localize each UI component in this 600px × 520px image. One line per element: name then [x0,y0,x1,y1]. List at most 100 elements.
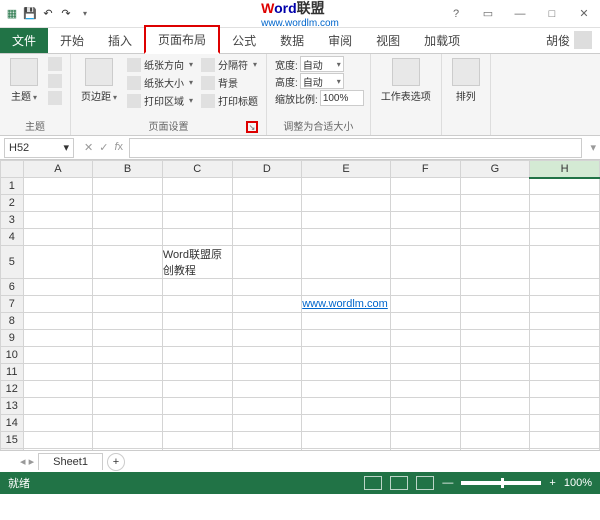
cell-B10[interactable] [93,347,163,364]
redo-icon[interactable]: ↷ [58,6,74,22]
cell-B7[interactable] [93,296,163,313]
row-header-3[interactable]: 3 [1,212,24,229]
cell-G12[interactable] [460,381,530,398]
cell-B15[interactable] [93,432,163,449]
cell-C15[interactable] [162,432,232,449]
cell-H9[interactable] [530,330,600,347]
tab-formulas[interactable]: 公式 [220,28,268,53]
cell-A1[interactable] [23,178,93,195]
cell-C3[interactable] [162,212,232,229]
tab-insert[interactable]: 插入 [96,28,144,53]
cell-E2[interactable] [302,195,391,212]
row-header-16[interactable]: 16 [1,449,24,451]
cell-H13[interactable] [530,398,600,415]
cell-C13[interactable] [162,398,232,415]
cell-E7[interactable]: www.wordlm.com [302,296,391,313]
height-field[interactable]: 自动 [300,73,344,89]
cell-D7[interactable] [232,296,302,313]
cell-B16[interactable] [93,449,163,451]
column-header-F[interactable]: F [390,161,460,178]
cell-D5[interactable] [232,246,302,279]
cell-B5[interactable] [93,246,163,279]
zoom-slider[interactable] [461,481,541,485]
cell-E8[interactable] [302,313,391,330]
save-icon[interactable]: 💾 [22,6,38,22]
cell-C7[interactable] [162,296,232,313]
cell-A6[interactable] [23,279,93,296]
cell-G4[interactable] [460,229,530,246]
cell-D11[interactable] [232,364,302,381]
row-header-13[interactable]: 13 [1,398,24,415]
cell-H16[interactable] [530,449,600,451]
column-header-H[interactable]: H [530,161,600,178]
cell-D13[interactable] [232,398,302,415]
zoom-in-button[interactable]: + [549,477,555,489]
tab-addins[interactable]: 加载项 [412,28,472,53]
column-header-B[interactable]: B [93,161,163,178]
cell-D8[interactable] [232,313,302,330]
cell-B11[interactable] [93,364,163,381]
cell-C10[interactable] [162,347,232,364]
tab-home[interactable]: 开始 [48,28,96,53]
cell-C1[interactable] [162,178,232,195]
cell-G3[interactable] [460,212,530,229]
cell-F10[interactable] [390,347,460,364]
cell-H7[interactable] [530,296,600,313]
cell-A2[interactable] [23,195,93,212]
cell-E16[interactable] [302,449,391,451]
breaks-button[interactable]: 分隔符 [199,56,260,73]
cell-B14[interactable] [93,415,163,432]
column-header-A[interactable]: A [23,161,93,178]
cell-B8[interactable] [93,313,163,330]
cell-E13[interactable] [302,398,391,415]
normal-view-button[interactable] [364,476,382,490]
column-header-G[interactable]: G [460,161,530,178]
cell-D14[interactable] [232,415,302,432]
tab-page-layout[interactable]: 页面布局 [144,25,220,54]
cell-F11[interactable] [390,364,460,381]
cell-G1[interactable] [460,178,530,195]
cell-E15[interactable] [302,432,391,449]
cell-F6[interactable] [390,279,460,296]
fonts-button[interactable] [46,73,64,89]
cell-G15[interactable] [460,432,530,449]
cell-A5[interactable] [23,246,93,279]
cell-D1[interactable] [232,178,302,195]
cell-E9[interactable] [302,330,391,347]
cell-A9[interactable] [23,330,93,347]
cell-H14[interactable] [530,415,600,432]
sheet-options-button[interactable]: 工作表选项 [377,56,435,105]
themes-button[interactable]: 主题 [6,56,42,105]
cell-C8[interactable] [162,313,232,330]
cell-H4[interactable] [530,229,600,246]
size-button[interactable]: 纸张大小 [125,74,195,91]
arrange-button[interactable]: 排列 [448,56,484,105]
zoom-level[interactable]: 100% [564,477,592,489]
cell-B3[interactable] [93,212,163,229]
help-icon[interactable]: ? [444,4,468,24]
cell-F5[interactable] [390,246,460,279]
row-header-7[interactable]: 7 [1,296,24,313]
row-header-11[interactable]: 11 [1,364,24,381]
cell-D4[interactable] [232,229,302,246]
maximize-icon[interactable]: □ [540,4,564,24]
cell-D15[interactable] [232,432,302,449]
cell-A14[interactable] [23,415,93,432]
cell-E6[interactable] [302,279,391,296]
fx-icon[interactable]: fx [114,141,123,154]
cell-G14[interactable] [460,415,530,432]
cell-G5[interactable] [460,246,530,279]
cell-D12[interactable] [232,381,302,398]
cell-H12[interactable] [530,381,600,398]
cell-H2[interactable] [530,195,600,212]
margins-button[interactable]: 页边距 [77,56,121,105]
formula-bar[interactable] [129,138,582,158]
cell-F4[interactable] [390,229,460,246]
enter-formula-icon[interactable]: ✓ [99,141,108,154]
cell-F7[interactable] [390,296,460,313]
cell-D2[interactable] [232,195,302,212]
cell-D16[interactable] [232,449,302,451]
cell-C16[interactable] [162,449,232,451]
cell-F14[interactable] [390,415,460,432]
print-area-button[interactable]: 打印区域 [125,92,195,109]
